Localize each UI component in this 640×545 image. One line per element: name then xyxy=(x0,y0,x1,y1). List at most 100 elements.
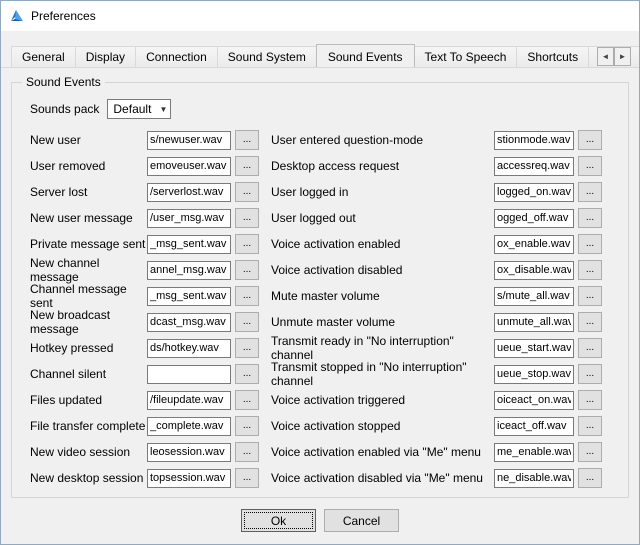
sound-file-input[interactable] xyxy=(147,261,231,280)
browse-button[interactable]: ... xyxy=(578,234,602,254)
sound-event-row: New desktop session ... xyxy=(30,465,259,491)
sound-file-input[interactable] xyxy=(147,391,231,410)
browse-button[interactable]: ... xyxy=(235,312,259,332)
browse-button[interactable]: ... xyxy=(578,468,602,488)
sound-file-input[interactable] xyxy=(147,235,231,254)
sound-event-row: Channel message sent ... xyxy=(30,283,259,309)
sound-event-label: Hotkey pressed xyxy=(30,341,147,355)
tab-general[interactable]: General xyxy=(11,46,76,67)
sound-file-input[interactable] xyxy=(494,339,574,358)
sound-event-label: Server lost xyxy=(30,185,147,199)
browse-button[interactable]: ... xyxy=(235,442,259,462)
sound-event-label: Unmute master volume xyxy=(271,315,494,329)
sound-event-row: User logged in ... xyxy=(271,179,602,205)
browse-button[interactable]: ... xyxy=(578,442,602,462)
browse-button[interactable]: ... xyxy=(578,338,602,358)
browse-button[interactable]: ... xyxy=(235,260,259,280)
ok-button[interactable]: Ok xyxy=(241,509,316,532)
sound-event-columns: New user ... User removed ... Server los… xyxy=(30,127,622,491)
sound-file-input[interactable] xyxy=(494,469,574,488)
browse-button[interactable]: ... xyxy=(235,364,259,384)
browse-button[interactable]: ... xyxy=(235,234,259,254)
browse-button[interactable]: ... xyxy=(235,156,259,176)
sound-file-input[interactable] xyxy=(494,391,574,410)
sound-file-input[interactable] xyxy=(147,417,231,436)
sound-file-input[interactable] xyxy=(494,157,574,176)
sound-event-row: New broadcast message ... xyxy=(30,309,259,335)
sound-file-input[interactable] xyxy=(147,287,231,306)
sound-event-label: New user message xyxy=(30,211,147,225)
sound-file-input[interactable] xyxy=(147,131,231,150)
sound-event-row: New user message ... xyxy=(30,205,259,231)
tab-shortcuts[interactable]: Shortcuts xyxy=(516,46,589,67)
sound-file-input[interactable] xyxy=(494,235,574,254)
chevron-down-icon: ▼ xyxy=(159,105,167,114)
browse-button[interactable]: ... xyxy=(235,416,259,436)
sound-file-input[interactable] xyxy=(494,261,574,280)
sound-file-input[interactable] xyxy=(147,443,231,462)
tab-scroll-right-button[interactable]: ► xyxy=(614,47,631,66)
browse-button[interactable]: ... xyxy=(235,390,259,410)
browse-button[interactable]: ... xyxy=(578,416,602,436)
preferences-window: Preferences GeneralDisplayConnectionSoun… xyxy=(0,0,640,545)
sound-file-input[interactable] xyxy=(494,209,574,228)
sound-file-input[interactable] xyxy=(494,365,574,384)
browse-button[interactable]: ... xyxy=(578,182,602,202)
sound-file-input[interactable] xyxy=(494,131,574,150)
sound-event-row: User entered question-mode ... xyxy=(271,127,602,153)
sound-file-input[interactable] xyxy=(494,287,574,306)
sound-event-row: Voice activation stopped ... xyxy=(271,413,602,439)
sound-event-label: Channel message sent xyxy=(30,282,147,310)
sound-event-row: Voice activation triggered ... xyxy=(271,387,602,413)
sound-file-input[interactable] xyxy=(147,313,231,332)
sound-event-row: New channel message ... xyxy=(30,257,259,283)
sound-event-row: Voice activation enabled ... xyxy=(271,231,602,257)
sound-file-input[interactable] xyxy=(147,183,231,202)
sound-event-label: Voice activation enabled xyxy=(271,237,494,251)
browse-button[interactable]: ... xyxy=(235,182,259,202)
sound-file-input[interactable] xyxy=(147,339,231,358)
group-title: Sound Events xyxy=(22,75,105,89)
browse-button[interactable]: ... xyxy=(578,130,602,150)
sound-file-input[interactable] xyxy=(147,157,231,176)
sound-file-input[interactable] xyxy=(147,209,231,228)
browse-button[interactable]: ... xyxy=(235,338,259,358)
tab-sound-events[interactable]: Sound Events xyxy=(316,44,415,67)
browse-button[interactable]: ... xyxy=(578,312,602,332)
left-column: New user ... User removed ... Server los… xyxy=(30,127,259,491)
sounds-pack-select[interactable]: Default ▼ xyxy=(107,99,171,119)
browse-button[interactable]: ... xyxy=(578,364,602,384)
browse-button[interactable]: ... xyxy=(578,390,602,410)
sound-file-input[interactable] xyxy=(494,443,574,462)
sound-event-row: Server lost ... xyxy=(30,179,259,205)
sound-event-label: New broadcast message xyxy=(30,308,147,336)
sounds-pack-label: Sounds pack xyxy=(30,102,99,116)
tab-text-to-speech[interactable]: Text To Speech xyxy=(414,46,518,67)
sound-event-label: New user xyxy=(30,133,147,147)
browse-button[interactable]: ... xyxy=(235,208,259,228)
sound-file-input[interactable] xyxy=(147,469,231,488)
sound-event-label: Files updated xyxy=(30,393,147,407)
sound-file-input[interactable] xyxy=(147,365,231,384)
browse-button[interactable]: ... xyxy=(578,208,602,228)
browse-button[interactable]: ... xyxy=(578,156,602,176)
browse-button[interactable]: ... xyxy=(235,286,259,306)
sound-file-input[interactable] xyxy=(494,183,574,202)
sound-file-input[interactable] xyxy=(494,313,574,332)
sound-event-row: Transmit stopped in "No interruption" ch… xyxy=(271,361,602,387)
tab-sound-system[interactable]: Sound System xyxy=(217,46,317,67)
right-column: User entered question-mode ... Desktop a… xyxy=(271,127,602,491)
browse-button[interactable]: ... xyxy=(235,130,259,150)
sound-event-label: Desktop access request xyxy=(271,159,494,173)
browse-button[interactable]: ... xyxy=(578,260,602,280)
sound-file-input[interactable] xyxy=(494,417,574,436)
sound-event-row: Mute master volume ... xyxy=(271,283,602,309)
sound-events-group: Sound Events Sounds pack Default ▼ New u… xyxy=(11,82,629,498)
tab-scroll-left-button[interactable]: ◄ xyxy=(597,47,614,66)
tab-connection[interactable]: Connection xyxy=(135,46,218,67)
tab-scroll: ◄ ► xyxy=(597,47,631,66)
cancel-button[interactable]: Cancel xyxy=(324,509,399,532)
browse-button[interactable]: ... xyxy=(578,286,602,306)
browse-button[interactable]: ... xyxy=(235,468,259,488)
tab-display[interactable]: Display xyxy=(75,46,136,67)
